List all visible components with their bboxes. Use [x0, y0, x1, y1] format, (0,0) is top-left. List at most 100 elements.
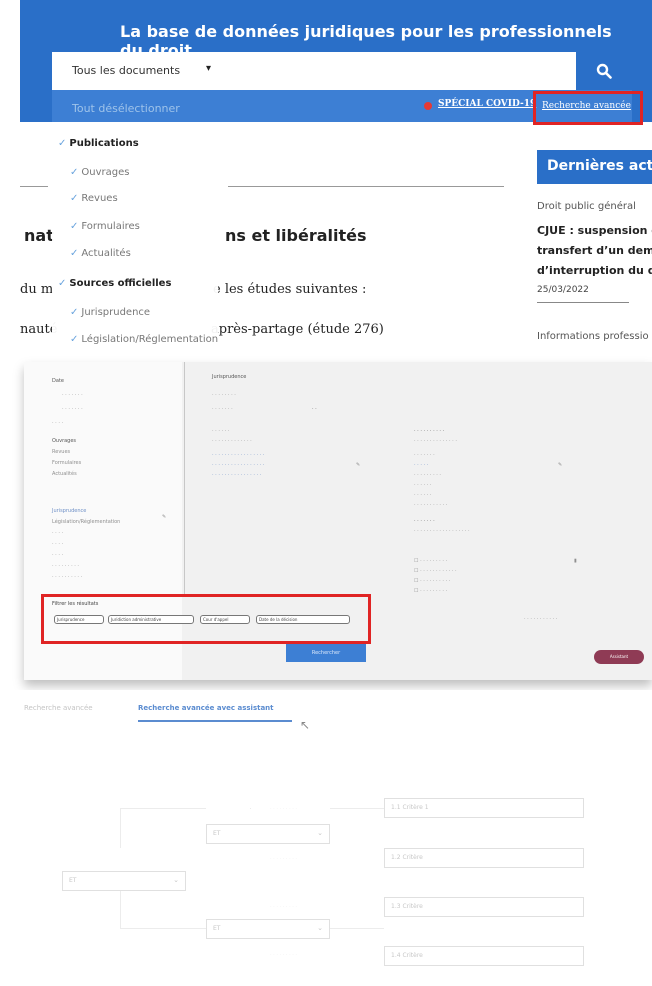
check-icon: ✓: [70, 193, 79, 204]
divider: [184, 362, 185, 597]
sidebar-item-ouvrages[interactable]: Ouvrages: [52, 438, 76, 444]
criterion-field-1[interactable]: 1.1 Critère 1: [384, 798, 584, 818]
result-link[interactable]: · · · · · · · · · · · · · · · · ·: [212, 452, 264, 458]
dropdown-item-publications[interactable]: ✓ Publications: [58, 138, 139, 149]
connector: [120, 888, 121, 928]
active-tab-underline: [138, 720, 292, 722]
news-category: Droit public général: [537, 201, 636, 212]
sidebar-subitem: · · · ·: [52, 530, 64, 536]
assistant-button[interactable]: Assistant: [594, 650, 644, 664]
site-header-screenshot: La base de données juridiques pour les p…: [0, 0, 652, 352]
section-heading: Jurisprudence: [212, 374, 247, 380]
news-heading: Dernières actua: [537, 150, 652, 184]
sidebar-item-legislation[interactable]: Législation/Réglementation: [52, 519, 120, 525]
sidebar-subitem: · · · ·: [52, 541, 64, 547]
chevron-down-icon[interactable]: ▾: [206, 63, 211, 74]
news-headline-line[interactable]: d’interruption du d: [537, 264, 652, 277]
deselect-all-link[interactable]: Tout désélectionner: [72, 102, 180, 115]
edit-icon[interactable]: ✎: [356, 462, 360, 468]
document-type-select[interactable]: Tous les documents: [72, 64, 180, 77]
check-icon: ✓: [70, 167, 79, 178]
option-item[interactable]: · · · · · ·: [414, 492, 431, 498]
checkbox-option[interactable]: ☐ · · · · · · · · · ·: [414, 578, 450, 584]
article-title-right: ns et libéralités: [225, 226, 367, 245]
field-label: · · · · · · · · · ·: [414, 428, 445, 434]
dropdown-item-ouvrages[interactable]: ✓ Ouvrages: [70, 167, 129, 178]
sidebar-item-date[interactable]: Date: [52, 378, 64, 384]
field-value[interactable]: · · · · · · ·: [212, 406, 233, 412]
dropdown-item-label: Ouvrages: [81, 167, 130, 178]
covid-dot-icon: [424, 102, 432, 110]
article-title-left: nat: [24, 226, 54, 245]
article-text: après-partage (étude 276): [211, 322, 384, 337]
field-label: · · · · · · · ·: [212, 392, 236, 398]
sidebar-subitem: · · · ·: [52, 420, 64, 426]
dropdown-item-revues[interactable]: ✓ Revues: [70, 193, 118, 204]
field-value[interactable]: · · · · · · · · · · · · · · · · · ·: [414, 528, 470, 534]
tab-advanced-search-assistant[interactable]: Recherche avancée avec assistant: [138, 704, 274, 712]
connector: [120, 928, 206, 929]
ghost-label: · · · · · · · · ·: [270, 856, 298, 862]
dropdown-item-formulaires[interactable]: ✓ Formulaires: [70, 221, 140, 232]
dropdown-item-legislation[interactable]: ✓ Législation/Réglementation: [70, 334, 218, 345]
option-item[interactable]: · · · · · · · · · · ·: [414, 502, 447, 508]
option-item[interactable]: · · · · · · · · ·: [414, 472, 441, 478]
field-label: · · · · · ·: [212, 428, 230, 434]
connector: [120, 808, 206, 809]
result-link[interactable]: · · · · · · · · · · · · · · · · ·: [212, 462, 264, 468]
news-headline-line[interactable]: CJUE : suspension c: [537, 224, 652, 237]
operator-select-2[interactable]: ET ⌄: [62, 871, 186, 891]
operator-select-3[interactable]: ET ⌄: [206, 919, 330, 939]
field-value[interactable]: · · · · · · · · · · · · · ·: [414, 438, 457, 444]
advanced-search-form-screenshot: Date · · · · · · · · · · · · · · · · · ·…: [24, 362, 652, 680]
news-date: 25/03/2022: [537, 285, 589, 295]
divider: [20, 186, 48, 187]
checkbox-option[interactable]: ☐ · · · · · · · · ·: [414, 588, 447, 594]
field-value: 1.1 Critère 1: [391, 804, 429, 811]
dropdown-item-label: Jurisprudence: [81, 307, 151, 318]
checkbox-option[interactable]: ☐ · · · · · · · · · · · ·: [414, 568, 457, 574]
scrollbar[interactable]: ▮: [574, 558, 577, 564]
ghost-label: · · · · · · · · ·: [270, 952, 298, 958]
sidebar-subitem: · · · · · · · · · ·: [52, 574, 83, 580]
edit-icon[interactable]: ✎: [558, 462, 562, 468]
check-icon: ✓: [58, 278, 67, 289]
connector: [250, 808, 251, 809]
criterion-field-3[interactable]: 1.3 Critère: [384, 897, 584, 917]
criterion-field-2[interactable]: 1.2 Critère: [384, 848, 584, 868]
check-icon: ✓: [70, 307, 79, 318]
checkbox-option[interactable]: ☐ · · · · · · · · ·: [414, 558, 447, 564]
sidebar-item-actualites[interactable]: Actualités: [52, 471, 77, 477]
edit-icon[interactable]: ✎: [162, 514, 166, 520]
chevron-down-icon: ⌄: [173, 876, 179, 884]
option-item[interactable]: · · · · · · ·: [414, 452, 435, 458]
dropdown-item-sources-officielles[interactable]: ✓ Sources officielles: [58, 278, 171, 289]
search-button[interactable]: [576, 52, 632, 90]
article-text: e les études suivantes :: [213, 282, 367, 297]
sidebar-item-formulaires[interactable]: Formulaires: [52, 460, 81, 466]
option-item[interactable]: · · · · · ·: [414, 482, 431, 488]
sidebar-item-revues[interactable]: Revues: [52, 449, 70, 455]
field-label: · · · · · · ·: [414, 518, 435, 524]
sidebar-item-jurisprudence[interactable]: Jurisprudence: [52, 508, 86, 514]
option-item[interactable]: · · · · ·: [414, 462, 428, 468]
news-headline-line[interactable]: transfert d’un dema: [537, 244, 652, 257]
criterion-field-4[interactable]: 1.4 Critère: [384, 946, 584, 966]
advanced-search-link[interactable]: Recherche avancée: [542, 101, 631, 111]
check-icon: ✓: [70, 334, 79, 345]
assistant-search-screenshot: Recherche avancée Recherche avancée avec…: [0, 690, 652, 986]
result-link[interactable]: · · · · · · · · · · · · · · · ·: [212, 472, 261, 478]
check-icon: ✓: [70, 248, 79, 259]
field-value[interactable]: · · · · · · · · · · · · ·: [212, 438, 252, 444]
search-icon: [596, 63, 612, 79]
sidebar-subitem: · · · · · · ·: [62, 392, 83, 398]
dropdown-item-actualites[interactable]: ✓ Actualités: [70, 248, 131, 259]
covid-link[interactable]: SPÉCIAL COVID-19: [438, 99, 536, 109]
active-filters-highlight: [41, 594, 371, 644]
article-text: du m: [20, 282, 54, 297]
dropdown-item-jurisprudence[interactable]: ✓ Jurisprudence: [70, 307, 150, 318]
reset-link[interactable]: · · · · · · · · · · ·: [524, 616, 557, 622]
operator-select-1[interactable]: ET ⌄: [206, 824, 330, 844]
tab-advanced-search[interactable]: Recherche avancée: [24, 704, 93, 712]
search-button[interactable]: Rechercher: [286, 644, 366, 662]
